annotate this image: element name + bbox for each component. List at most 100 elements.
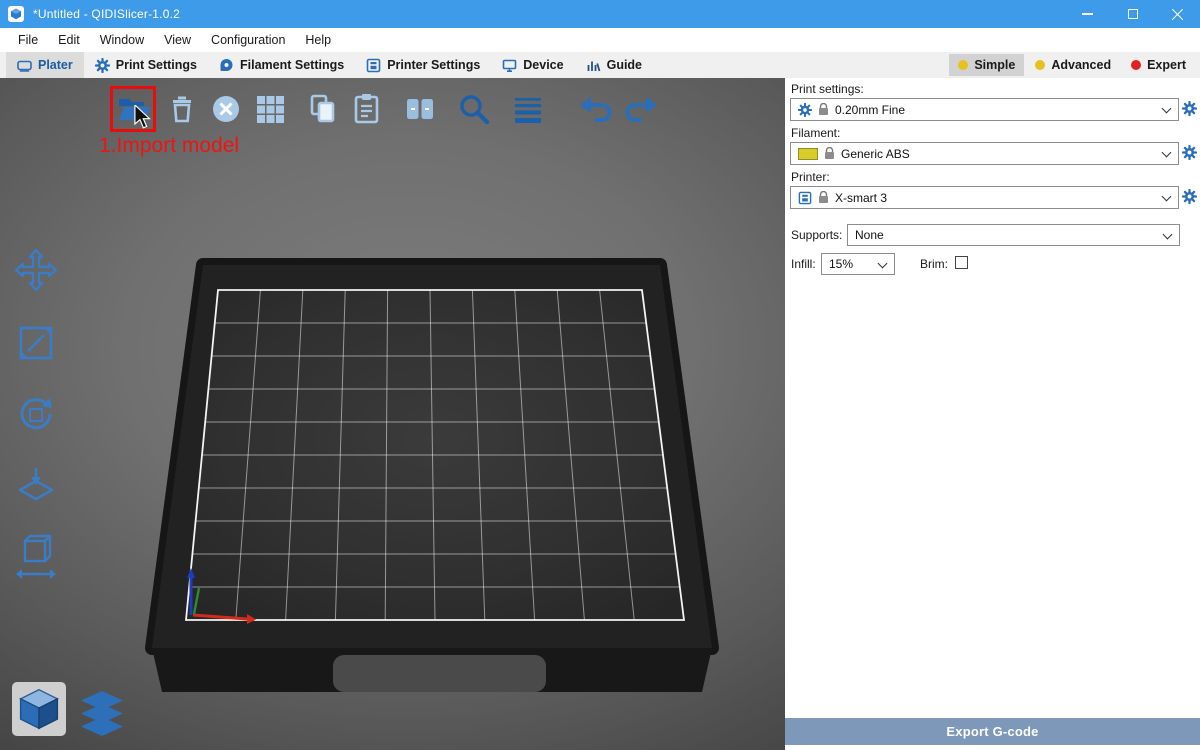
cursor-pointer-icon — [134, 105, 151, 129]
window-title: *Untitled - QIDISlicer-1.0.2 — [33, 7, 180, 21]
export-gcode-button[interactable]: Export G-code — [785, 718, 1200, 745]
tab-guide-label: Guide — [607, 58, 642, 72]
simple-mode-icon — [958, 60, 968, 70]
iso-view-button[interactable] — [12, 682, 66, 736]
3d-viewport[interactable]: 1.Import model — [0, 78, 785, 750]
minimize-icon — [1082, 13, 1093, 14]
mode-simple[interactable]: Simple — [949, 54, 1024, 76]
window-controls — [1065, 0, 1200, 28]
rotate-icon[interactable] — [14, 393, 58, 437]
gear-icon — [798, 103, 812, 117]
printer-dropdown[interactable]: X-smart 3 — [790, 186, 1179, 209]
tab-device[interactable]: Device — [491, 52, 574, 78]
printer-icon — [366, 58, 381, 73]
plater-icon — [17, 58, 32, 73]
search-icon[interactable] — [455, 91, 493, 129]
variable-layer-height-icon[interactable] — [509, 91, 547, 129]
mode-advanced[interactable]: Advanced — [1026, 54, 1120, 76]
gear-icon — [95, 58, 110, 73]
chevron-down-icon — [1162, 148, 1172, 158]
qidislicer-window: *Untitled - QIDISlicer-1.0.2 File Edit W… — [0, 0, 1200, 750]
gear-icon — [1182, 101, 1197, 116]
supports-dropdown[interactable]: None — [847, 224, 1180, 246]
tab-filament-settings[interactable]: Filament Settings — [208, 52, 355, 78]
device-icon — [502, 58, 517, 73]
place-on-face-icon[interactable] — [14, 465, 58, 509]
tab-print-settings[interactable]: Print Settings — [84, 52, 208, 78]
brim-label: Brim: — [920, 257, 948, 271]
menu-help[interactable]: Help — [295, 28, 341, 52]
print-settings-label: Print settings: — [791, 82, 864, 96]
layers-view-icon[interactable] — [78, 690, 126, 736]
tab-printer-settings[interactable]: Printer Settings — [355, 52, 491, 78]
supports-value: None — [855, 228, 884, 242]
mode-expert-label: Expert — [1147, 58, 1186, 72]
infill-dropdown[interactable]: 15% — [821, 253, 895, 275]
maximize-button[interactable] — [1110, 0, 1155, 28]
mode-expert[interactable]: Expert — [1122, 54, 1195, 76]
arrange-icon[interactable] — [252, 91, 288, 127]
menu-configuration[interactable]: Configuration — [201, 28, 295, 52]
copy-icon[interactable] — [305, 91, 341, 127]
delete-all-icon[interactable] — [208, 91, 244, 127]
tab-bar: Plater Print Settings Filament Settings … — [0, 52, 1200, 78]
printer-gear-button[interactable] — [1182, 189, 1197, 204]
chevron-down-icon — [1163, 230, 1173, 240]
close-button[interactable] — [1155, 0, 1200, 28]
tab-plater[interactable]: Plater — [6, 52, 84, 78]
filament-label: Filament: — [791, 126, 840, 140]
printer-value: X-smart 3 — [835, 191, 887, 205]
filament-color-swatch — [798, 148, 818, 160]
advanced-mode-icon — [1035, 60, 1045, 70]
undo-icon[interactable] — [577, 91, 615, 129]
print-settings-dropdown[interactable]: 0.20mm Fine — [790, 98, 1179, 121]
chevron-down-icon — [878, 259, 888, 269]
menu-edit[interactable]: Edit — [48, 28, 90, 52]
settings-panel: Print settings: 0.20mm Fine Filament: Ge… — [785, 78, 1200, 750]
filament-icon — [219, 58, 234, 73]
print-bed-scene — [0, 78, 785, 750]
scale-icon[interactable] — [14, 321, 58, 365]
lock-icon — [818, 191, 829, 204]
menu-window[interactable]: Window — [90, 28, 154, 52]
delete-icon[interactable] — [164, 91, 200, 127]
split-objects-icon[interactable] — [402, 91, 438, 127]
menu-view[interactable]: View — [154, 28, 201, 52]
tab-filament-settings-label: Filament Settings — [240, 58, 344, 72]
minimize-button[interactable] — [1065, 0, 1110, 28]
tab-device-label: Device — [523, 58, 563, 72]
move-icon[interactable] — [14, 248, 58, 292]
mode-advanced-label: Advanced — [1051, 58, 1111, 72]
import-annotation: 1.Import model — [99, 134, 239, 158]
expert-mode-icon — [1131, 60, 1141, 70]
tab-printer-settings-label: Printer Settings — [387, 58, 480, 72]
filament-gear-button[interactable] — [1182, 145, 1197, 160]
brim-checkbox[interactable] — [955, 256, 968, 269]
mode-switcher: Simple Advanced Expert — [949, 52, 1195, 78]
maximize-icon — [1128, 9, 1138, 19]
supports-label: Supports: — [791, 228, 842, 242]
menu-file[interactable]: File — [8, 28, 48, 52]
tab-plater-label: Plater — [38, 58, 73, 72]
infill-value: 15% — [829, 257, 853, 271]
print-settings-gear-button[interactable] — [1182, 101, 1197, 116]
tab-guide[interactable]: Guide — [575, 52, 653, 78]
print-settings-value: 0.20mm Fine — [835, 103, 905, 117]
gear-icon — [1182, 189, 1197, 204]
redo-icon[interactable] — [622, 91, 660, 129]
titlebar: *Untitled - QIDISlicer-1.0.2 — [0, 0, 1200, 28]
filament-dropdown[interactable]: Generic ABS — [790, 142, 1179, 165]
measure-icon[interactable] — [14, 533, 58, 581]
paste-icon[interactable] — [349, 91, 385, 127]
mode-simple-label: Simple — [974, 58, 1015, 72]
printer-icon — [798, 191, 812, 205]
iso-view-cube-icon — [16, 685, 62, 733]
gear-icon — [1182, 145, 1197, 160]
filament-value: Generic ABS — [841, 147, 910, 161]
lock-icon — [824, 147, 835, 160]
menu-bar: File Edit Window View Configuration Help — [0, 28, 1200, 52]
lock-icon — [818, 103, 829, 116]
app-logo-icon — [8, 6, 24, 22]
tab-print-settings-label: Print Settings — [116, 58, 197, 72]
chevron-down-icon — [1162, 192, 1172, 202]
